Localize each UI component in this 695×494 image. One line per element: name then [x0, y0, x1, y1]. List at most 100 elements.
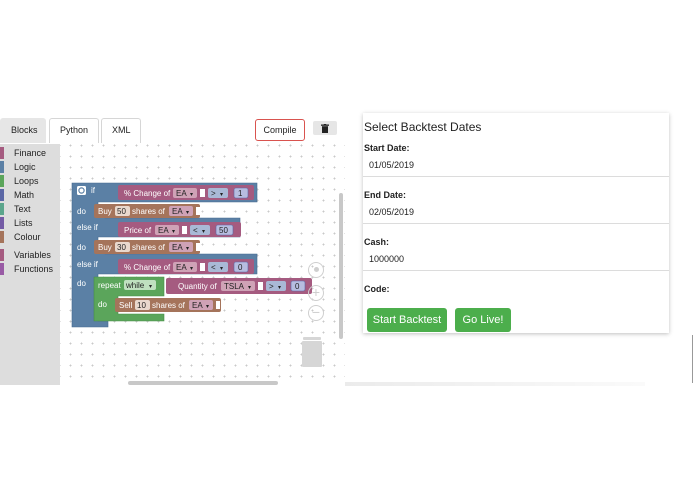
quantity-value: 10 [137, 301, 146, 310]
chevron-down-icon: ▾ [248, 285, 251, 291]
category-finance[interactable]: Finance [0, 146, 46, 159]
category-label: Math [14, 189, 35, 200]
workspace-vertical-scrollbar[interactable] [339, 193, 343, 339]
input-notch [200, 263, 205, 271]
input-notch [200, 189, 205, 197]
operator-value: < [193, 226, 198, 235]
finance-field-label: Quantity of [178, 282, 217, 291]
category-label: Logic [14, 161, 36, 172]
else-if-label: else if [77, 223, 99, 232]
category-variables[interactable]: Variables [0, 248, 51, 261]
input-notch [258, 282, 263, 290]
chevron-down-icon: ▾ [220, 266, 223, 272]
chevron-down-icon: ▾ [186, 210, 189, 216]
zoom-in-icon[interactable]: + [308, 285, 324, 301]
trash-icon [321, 123, 329, 133]
category-label: Colour [14, 231, 41, 242]
category-color-swatch [0, 248, 4, 261]
stock-value: EA [176, 189, 187, 198]
input-notch [196, 207, 200, 215]
delete-button[interactable] [313, 121, 337, 135]
end-date-label: End Date: [364, 190, 407, 200]
do-label: do [77, 243, 86, 252]
start-backtest-button[interactable]: Start Backtest [367, 308, 447, 332]
tab-xml[interactable]: XML [101, 118, 141, 143]
tab-python[interactable]: Python [49, 118, 99, 143]
input-notch [182, 226, 187, 234]
category-color-swatch [0, 160, 4, 173]
code-label: Code: [364, 284, 390, 294]
category-math[interactable]: Math [0, 188, 34, 201]
operator-value: > [269, 282, 274, 291]
number-value: 0 [238, 263, 243, 272]
target-icon [313, 267, 319, 272]
zoom-reset-icon[interactable] [308, 262, 324, 278]
shares-of-label: shares of [152, 301, 186, 310]
cash-input[interactable]: 1000000 [369, 254, 404, 264]
shares-of-label: shares of [132, 243, 166, 252]
divider [363, 176, 669, 177]
category-logic[interactable]: Logic [0, 160, 36, 173]
go-live-button[interactable]: Go Live! [455, 308, 511, 332]
window-edge [692, 335, 693, 383]
stock-value: EA [176, 263, 187, 272]
category-label: Lists [14, 217, 33, 228]
category-loops[interactable]: Loops [0, 174, 39, 187]
panel-title: Select Backtest Dates [364, 120, 482, 134]
cash-label: Cash: [364, 237, 390, 247]
finance-field-label: % Change of [124, 189, 171, 198]
chevron-down-icon: ▾ [186, 246, 189, 252]
tab-blocks[interactable]: Blocks [0, 118, 46, 143]
quantity-value: 30 [117, 243, 126, 252]
panel-shadow [345, 382, 645, 386]
do-label: do [77, 207, 86, 216]
input-notch [216, 301, 220, 309]
compile-button[interactable]: Compile [255, 119, 305, 141]
category-label: Text [14, 203, 31, 214]
chevron-down-icon: ▾ [206, 304, 209, 310]
stock-value: EA [172, 207, 183, 216]
category-lists[interactable]: Lists [0, 216, 33, 229]
start-date-label: Start Date: [364, 143, 410, 153]
stock-value: EA [192, 301, 203, 310]
chevron-down-icon: ▾ [172, 229, 175, 235]
zoom-out-icon[interactable]: − [308, 305, 324, 321]
category-label: Loops [14, 175, 39, 186]
input-notch [196, 243, 200, 251]
backtest-panel: Select Backtest Dates Start Date: 01/05/… [363, 113, 669, 333]
start-date-input[interactable]: 01/05/2019 [369, 160, 414, 170]
category-label: Finance [14, 147, 47, 158]
quantity-value: 50 [117, 207, 126, 216]
end-date-input[interactable]: 02/05/2019 [369, 207, 414, 217]
else-if-label: else if [77, 260, 99, 269]
category-label: Functions [14, 263, 54, 274]
operator-value: > [211, 189, 216, 198]
do-label: do [77, 279, 86, 288]
workspace-horizontal-scrollbar[interactable] [128, 381, 278, 385]
finance-field-label: % Change of [124, 263, 171, 272]
divider [363, 270, 669, 271]
stock-value: EA [172, 243, 183, 252]
stock-value: TSLA [224, 282, 245, 291]
number-value: 0 [295, 282, 300, 291]
repeat-mode-value: while [125, 281, 145, 290]
category-color-swatch [0, 188, 4, 201]
do-label: do [98, 300, 107, 309]
operator-value: < [211, 263, 216, 272]
category-functions[interactable]: Functions [0, 262, 53, 275]
divider [363, 223, 669, 224]
category-color-swatch [0, 216, 4, 229]
blockly-toolbox: Finance Logic Loops Math Text Lists Colo… [0, 144, 60, 385]
chevron-down-icon: ▾ [220, 192, 223, 198]
category-color-swatch [0, 174, 4, 187]
sell-label: Sell [119, 301, 133, 310]
category-text[interactable]: Text [0, 202, 31, 215]
category-colour[interactable]: Colour [0, 230, 41, 243]
category-color-swatch [0, 146, 4, 159]
number-value: 50 [219, 226, 228, 235]
category-color-swatch [0, 202, 4, 215]
workspace-trash-icon[interactable] [301, 336, 323, 367]
repeat-label: repeat [98, 281, 121, 290]
category-label: Variables [14, 249, 51, 260]
stock-value: EA [158, 226, 169, 235]
